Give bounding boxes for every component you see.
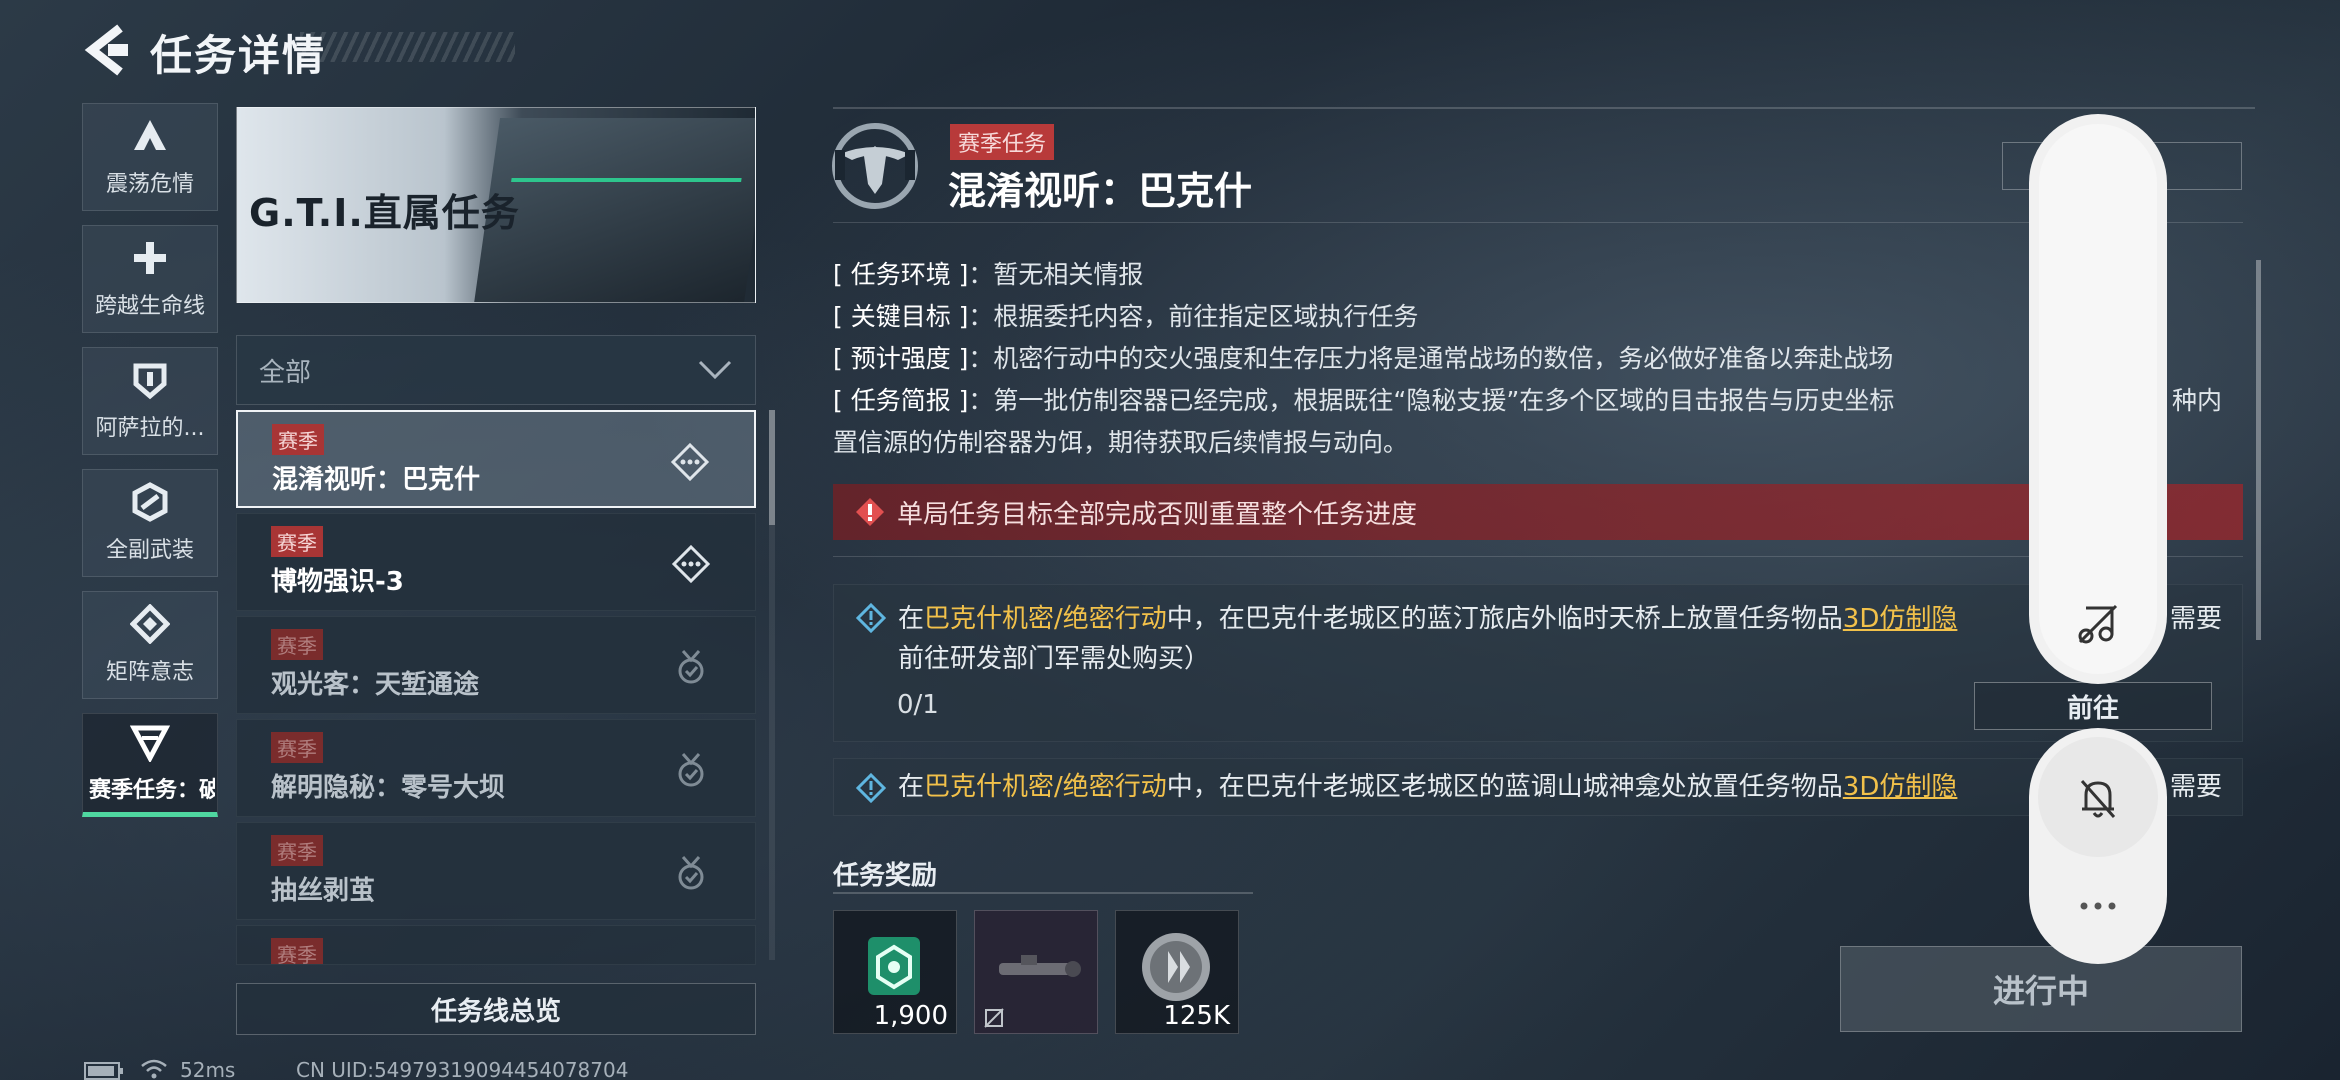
warning-text: 单局任务目标全部完成否则重置整个任务进度 <box>897 499 1418 530</box>
uid-text: CN UID:54979319094454078704 <box>296 1058 629 1080</box>
task-filter-dropdown[interactable]: 全部 <box>236 335 756 405</box>
hexagon-icon <box>132 482 168 522</box>
objective-progress: 0/1 <box>897 690 939 720</box>
taskline-overview-button[interactable]: 任务线总览 <box>236 983 756 1035</box>
season-tag: 赛季 <box>271 835 323 866</box>
battery-icon <box>84 1062 123 1080</box>
category-label: 阿萨拉的... <box>95 416 205 441</box>
task-title: 混淆视听：巴克什 <box>948 169 1253 213</box>
page-title: 任务详情 <box>150 31 327 80</box>
season-task-badge: 赛季任务 <box>950 124 1055 160</box>
wifi-icon <box>141 1059 167 1079</box>
completed-medal-icon <box>678 753 704 787</box>
category-tab-5[interactable]: 矩阵意志 <box>82 591 218 699</box>
category-label: 全副武装 <box>105 538 194 563</box>
banner-title: G.T.I.直属任务 <box>249 191 520 235</box>
objective-info-icon <box>856 773 886 803</box>
task-list-scroll-thumb[interactable] <box>769 410 775 525</box>
detail-scrollbar[interactable] <box>2256 260 2261 640</box>
info-environment: [ 任务环境 ]：暂无相关情报 <box>833 260 1144 289</box>
reward-item[interactable]: 125K <box>1115 910 1239 1034</box>
v-triangle-icon <box>130 725 170 762</box>
scope-icon <box>999 955 1081 977</box>
info-briefing-tail: 种内 <box>2172 386 2223 415</box>
triangle-a-icon <box>134 120 166 150</box>
back-arrow-icon[interactable] <box>82 22 130 78</box>
season-tag: 赛季 <box>271 938 323 964</box>
warning-icon <box>856 498 884 526</box>
objective-info-icon <box>856 603 886 633</box>
floating-toolbar-bottom <box>2029 728 2167 964</box>
season-tag: 赛季 <box>271 526 323 557</box>
in-progress-icon <box>670 442 710 482</box>
shield-icon <box>133 363 167 400</box>
coin-icon <box>1142 933 1210 1001</box>
floating-toolbar <box>2029 114 2167 684</box>
rewards-title: 任务奖励 <box>833 861 938 891</box>
currency-icon <box>868 937 920 995</box>
bell-off-icon[interactable] <box>2072 771 2124 823</box>
completed-medal-icon <box>678 650 704 684</box>
info-key-target: [ 关键目标 ]：根据委托内容，前往指定区域执行任务 <box>833 302 1419 331</box>
season-tag: 赛季 <box>271 629 323 660</box>
info-briefing: [ 任务简报 ]：第一批仿制容器已经完成，根据既往“隐秘支援”在多个区域的目击报… <box>833 386 1895 415</box>
title-decoration <box>300 32 515 62</box>
task-item[interactable]: 赛季 解明隐秘：零号大坝 <box>236 719 756 817</box>
task-item[interactable]: 赛季 <box>236 925 756 965</box>
in-progress-icon <box>671 544 711 584</box>
completed-medal-icon <box>678 856 704 890</box>
category-tab-1[interactable]: 震荡危情 <box>82 103 218 211</box>
reward-count: 1,900 <box>873 1001 948 1031</box>
task-item[interactable]: 赛季 观光客：天堑通途 <box>236 616 756 714</box>
objective-text-tail: 需要 <box>2170 604 2223 634</box>
status-button[interactable]: 进行中 <box>1840 946 2242 1032</box>
task-item[interactable]: 赛季 博物强识-3 <box>236 513 756 611</box>
no-trade-icon <box>984 1008 1004 1028</box>
chevron-down-icon <box>698 360 732 380</box>
task-item[interactable]: 赛季 抽丝剥茧 <box>236 822 756 920</box>
diamond-icon <box>130 604 170 644</box>
category-tab-2[interactable]: 跨越生命线 <box>82 225 218 333</box>
eagle-emblem-icon <box>832 123 918 209</box>
category-tab-4[interactable]: 全副武装 <box>82 469 218 577</box>
category-label: 赛季任务：破 <box>89 778 215 803</box>
info-intensity: [ 预计强度 ]：机密行动中的交火强度和生存压力将是通常战场的数倍，务必做好准备… <box>833 344 1894 373</box>
objective-text-tail: 需要 <box>2170 772 2223 802</box>
item-link[interactable]: 3D仿制隐 <box>1843 772 1958 802</box>
category-label: 矩阵意志 <box>105 660 194 685</box>
category-tab-season[interactable]: 赛季任务：破 <box>82 713 218 817</box>
season-tag: 赛季 <box>271 732 323 763</box>
objective-text: 在巴克什机密/绝密行动中，在巴克什老城区老城区的蓝调山城神龛处放置任务物品3D仿… <box>898 772 1958 802</box>
category-tab-3[interactable]: 阿萨拉的... <box>82 347 218 455</box>
music-off-icon[interactable] <box>2072 598 2124 650</box>
divider <box>833 892 1253 894</box>
season-tag: 赛季 <box>272 424 324 455</box>
category-label: 跨越生命线 <box>94 294 205 319</box>
divider <box>833 107 2255 109</box>
reward-item[interactable] <box>974 910 1098 1034</box>
objective-text-line2: 前往研发部门军需处购买） <box>898 644 1211 674</box>
filter-value: 全部 <box>259 357 312 388</box>
plus-icon <box>134 242 166 274</box>
category-label: 震荡危情 <box>105 172 194 197</box>
reward-item[interactable]: 1,900 <box>833 910 957 1034</box>
ping-text: 52ms <box>180 1058 236 1080</box>
taskline-banner: G.T.I.直属任务 <box>236 107 756 303</box>
objective-text: 在巴克什机密/绝密行动中，在巴克什老城区的蓝汀旅店外临时天桥上放置任务物品3D仿… <box>898 604 1958 634</box>
goto-button[interactable]: 前往 <box>1974 682 2212 730</box>
item-link[interactable]: 3D仿制隐 <box>1843 604 1958 634</box>
task-item[interactable]: 赛季 混淆视听：巴克什 <box>236 410 756 508</box>
floating-toolbar-inner <box>2039 124 2157 674</box>
info-briefing-line2: 置信源的仿制容器为饵，期待获取后续情报与动向。 <box>833 428 1409 457</box>
more-icon[interactable] <box>2072 880 2124 932</box>
reward-count: 125K <box>1163 1001 1230 1031</box>
